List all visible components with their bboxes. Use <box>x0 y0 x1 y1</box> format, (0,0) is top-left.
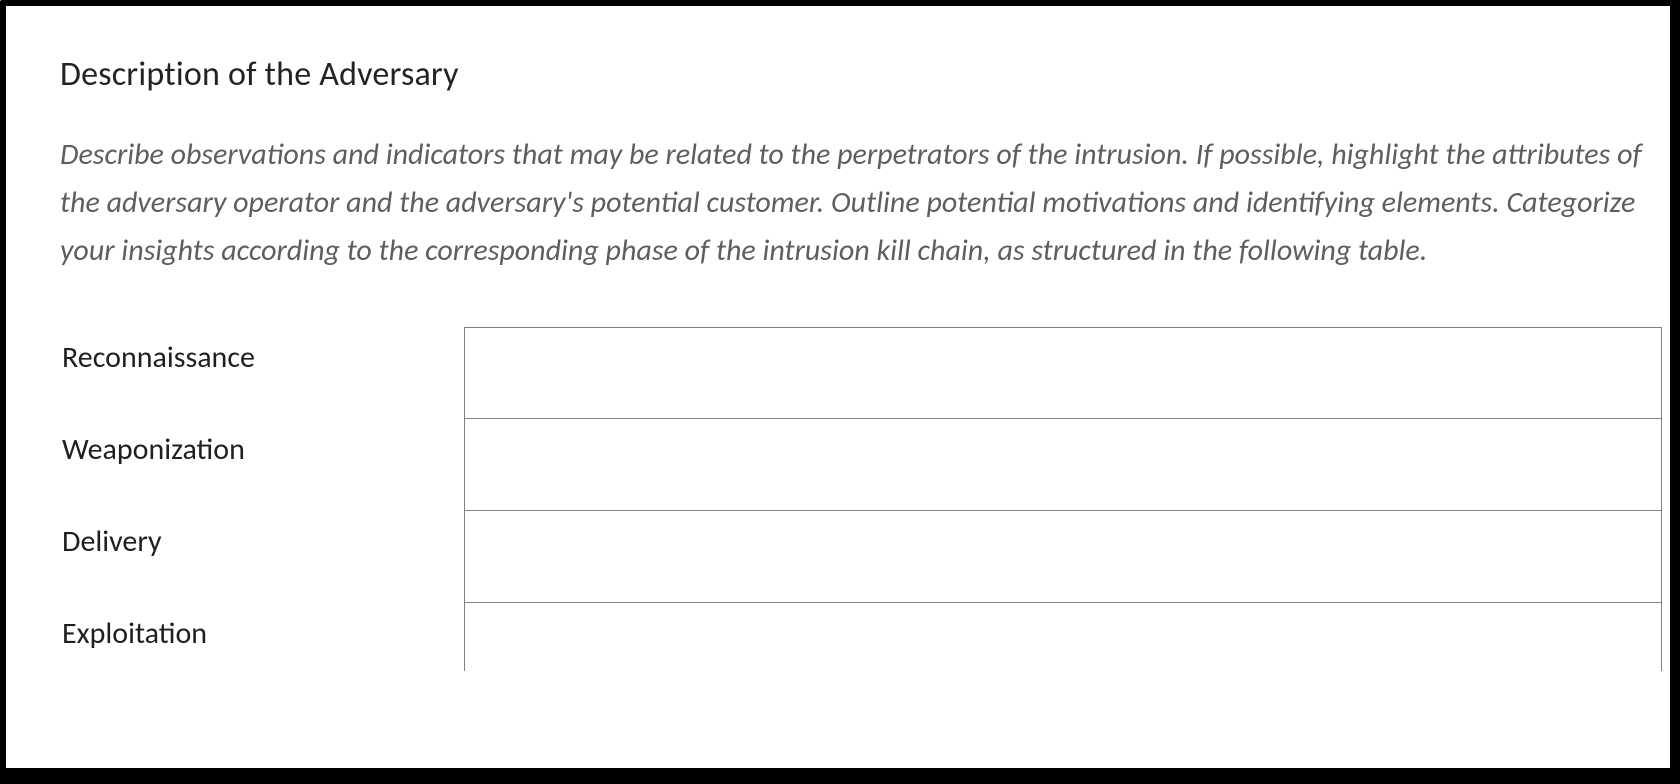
page-border: Description of the Adversary Describe ob… <box>0 0 1680 784</box>
table-row: Weaponization <box>60 419 1662 511</box>
row-label-exploitation: Exploitation <box>60 603 464 671</box>
table-row: Delivery <box>60 511 1662 603</box>
row-label-reconnaissance: Reconnaissance <box>60 327 464 419</box>
row-cell-weaponization[interactable] <box>464 419 1662 511</box>
table-row: Exploitation <box>60 603 1662 671</box>
row-cell-delivery[interactable] <box>464 511 1662 603</box>
row-cell-exploitation[interactable] <box>464 603 1662 671</box>
kill-chain-table: Reconnaissance Weaponization Delivery Ex… <box>60 327 1662 671</box>
content-area: Description of the Adversary Describe ob… <box>60 54 1662 778</box>
row-label-weaponization: Weaponization <box>60 419 464 511</box>
row-cell-reconnaissance[interactable] <box>464 327 1662 419</box>
table-row: Reconnaissance <box>60 327 1662 419</box>
row-label-delivery: Delivery <box>60 511 464 603</box>
section-title: Description of the Adversary <box>60 54 1662 95</box>
section-description: Describe observations and indicators tha… <box>60 131 1662 275</box>
